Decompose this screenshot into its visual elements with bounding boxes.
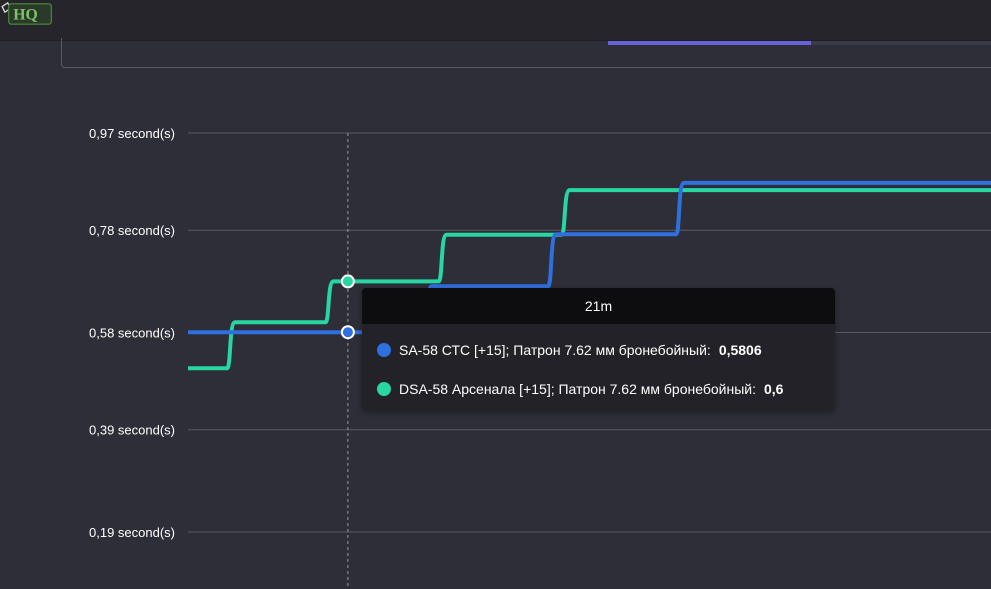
- tooltip-series-1-label: SA-58 СТС [+15]; Патрон 7.62 мм бронебой…: [399, 342, 711, 358]
- tooltip-row-series-2: DSA-58 Арсенала [+15]; Патрон 7.62 мм бр…: [377, 379, 783, 399]
- y-axis-labels: 0,19 second(s) 0,39 second(s) 0,58 second(…: [89, 126, 175, 540]
- hover-marker-series-1: [340, 325, 355, 340]
- y-tick-label: 0,97 second(s): [89, 126, 175, 141]
- y-tick-label: 0,78 second(s): [89, 223, 175, 238]
- chart-tooltip: 21m SA-58 СТС [+15]; Патрон 7.62 мм брон…: [362, 288, 835, 410]
- hover-marker-series-2: [340, 274, 355, 289]
- tooltip-series-2-value: 0,6: [764, 381, 784, 397]
- tooltip-series-2-label: DSA-58 Арсенала [+15]; Патрон 7.62 мм бр…: [399, 381, 756, 397]
- y-tick-label: 0,19 second(s): [89, 525, 175, 540]
- tooltip-series-1-value: 0,5806: [718, 342, 762, 358]
- tooltip-title: 21m: [362, 288, 835, 324]
- hover-markers: [340, 274, 355, 340]
- y-tick-label: 0,39 second(s): [89, 423, 175, 438]
- series-2-color-dot: [377, 382, 391, 396]
- tooltip-row-series-1: SA-58 СТС [+15]; Патрон 7.62 мм бронебой…: [377, 340, 762, 360]
- series-1-color-dot: [377, 343, 391, 357]
- y-tick-label: 0,58 second(s): [89, 326, 175, 341]
